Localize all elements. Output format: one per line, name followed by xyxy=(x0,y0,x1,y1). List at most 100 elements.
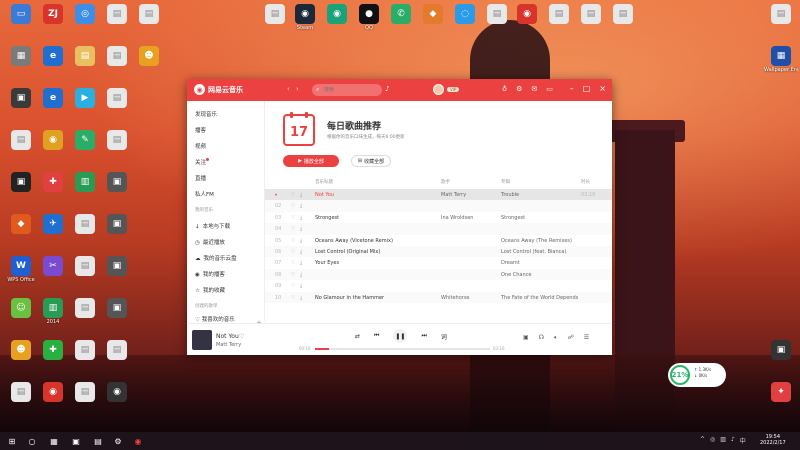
sidebar-item[interactable]: 关注 xyxy=(195,158,210,166)
desktop-icon[interactable]: ☺ xyxy=(4,296,38,342)
desktop-icon[interactable]: ☻ xyxy=(132,44,166,90)
desktop-icon[interactable]: ▤ xyxy=(4,128,38,174)
desktop-icon[interactable]: ▣ xyxy=(100,212,134,258)
sidebar-item[interactable]: 发现音乐 xyxy=(195,110,217,118)
system-monitor-widget[interactable]: 21% ↑ 1.3K/s ↓ 0K/s xyxy=(668,363,726,387)
desktop-icon[interactable]: ▤ xyxy=(258,2,292,48)
desktop-icon[interactable]: ▤ xyxy=(132,2,166,48)
desktop-icon[interactable]: ◆ xyxy=(416,2,450,48)
lyrics-icon[interactable]: 词 xyxy=(441,332,447,341)
close-icon[interactable]: × xyxy=(599,84,606,93)
vip-badge[interactable]: VIP xyxy=(447,87,460,92)
desktop-icon[interactable]: ▤ xyxy=(68,254,102,300)
row-like-heart-icon[interactable]: ♡ xyxy=(291,249,295,255)
pause-button[interactable]: ❚❚ xyxy=(393,329,408,343)
desktop-icon[interactable]: ▣ xyxy=(100,296,134,342)
play-all-button[interactable]: ▶ 播放全部 xyxy=(283,155,339,167)
row-like-heart-icon[interactable]: ♡ xyxy=(291,283,295,289)
desktop-icon[interactable]: ◉ xyxy=(36,380,70,426)
table-row[interactable]: 🔈︎ ♡ ⤓ Not You Matt Terry Trouble 03:16 xyxy=(265,189,612,201)
desktop-icon[interactable]: ▤ xyxy=(68,212,102,258)
ime-icon[interactable]: 中 xyxy=(740,436,746,445)
sidebar-item[interactable]: ↓ 本地与下载 xyxy=(195,222,230,230)
maximize-icon[interactable]: □ xyxy=(583,84,591,93)
desktop-icon[interactable]: ▤ xyxy=(68,296,102,342)
song-title[interactable]: No Glamour in the Hammer xyxy=(315,295,439,301)
row-like-heart-icon[interactable]: ♡ xyxy=(291,238,295,244)
table-row[interactable]: 07 ♡ ⤓ Your Eyes Dreamt xyxy=(265,257,612,268)
desktop-icon[interactable]: ▤ xyxy=(68,44,102,90)
taskbar-netease-icon[interactable]: ◉ xyxy=(132,435,144,447)
desktop-icon[interactable]: ✚ xyxy=(36,338,70,384)
song-artist[interactable]: Ina Wroldsen xyxy=(441,215,497,221)
song-title[interactable]: Not You xyxy=(315,192,439,198)
row-download-icon[interactable]: ⤓ xyxy=(300,238,302,244)
album-cover[interactable] xyxy=(192,330,212,350)
row-like-heart-icon[interactable]: ♡ xyxy=(291,260,295,266)
desktop-icon[interactable]: ▣ xyxy=(4,86,38,132)
desktop-icon[interactable]: ✎ xyxy=(68,128,102,174)
song-album[interactable]: Trouble xyxy=(501,192,581,198)
header-album[interactable]: 专辑 xyxy=(501,179,510,185)
song-title[interactable]: Lost Control (Original Mix) xyxy=(315,249,439,255)
song-album[interactable]: Lost Control (feat. Bianca) xyxy=(501,249,581,255)
sound-effect-icon[interactable]: ☊ xyxy=(539,334,544,342)
playlist-icon[interactable]: ☰ xyxy=(584,334,589,342)
now-playing-title[interactable]: Not You xyxy=(216,333,239,340)
desktop-icon[interactable]: ✦ xyxy=(764,380,798,426)
taskbar-settings-icon[interactable]: ⚙ xyxy=(112,435,124,447)
row-like-heart-icon[interactable]: ♡ xyxy=(291,192,295,198)
desktop-icon[interactable]: ▤ xyxy=(480,2,514,48)
desktop-icon[interactable]: ▤ xyxy=(100,338,134,384)
row-download-icon[interactable]: ⤓ xyxy=(300,272,302,278)
row-download-icon[interactable]: ⤓ xyxy=(300,260,302,266)
forward-arrow-icon[interactable]: › xyxy=(296,85,299,93)
mini-mode-icon[interactable]: ▭ xyxy=(546,85,553,93)
song-title[interactable]: Oceans Away (Vicetone Remix) xyxy=(315,238,439,244)
row-like-heart-icon[interactable]: ♡ xyxy=(291,226,295,232)
back-arrow-icon[interactable]: ‹ xyxy=(287,85,290,93)
windows-start-icon[interactable]: ⊞ xyxy=(6,435,18,447)
desktop-icon[interactable]: ◉ xyxy=(36,128,70,174)
table-row[interactable]: 10 ♡ ⤓ No Glamour in the Hammer Whitehorse Th… xyxy=(265,291,612,303)
header-artist[interactable]: 歌手 xyxy=(441,179,450,185)
desktop-icon[interactable]: e xyxy=(36,44,70,90)
row-like-heart-icon[interactable]: ♡ xyxy=(291,272,295,278)
user-profile[interactable]: VIP xyxy=(433,84,460,95)
desktop-icon[interactable]: ▤ xyxy=(68,338,102,384)
file-explorer-icon[interactable]: ▤ xyxy=(92,435,104,447)
row-download-icon[interactable]: ⤓ xyxy=(300,295,302,301)
desktop-icon[interactable]: ▶ xyxy=(68,86,102,132)
row-like-heart-icon[interactable]: ♡ xyxy=(291,203,295,209)
search-input[interactable] xyxy=(312,84,382,96)
desktop-icon[interactable]: ▤ xyxy=(574,2,608,48)
desktop-icon[interactable]: ✚ xyxy=(36,170,70,216)
song-album[interactable]: The Fate of the World Depends xyxy=(501,295,581,301)
desktop-icon[interactable]: ◉ xyxy=(320,2,354,48)
song-artist[interactable]: Whitehorse xyxy=(441,295,497,301)
song-album[interactable]: Oceans Away (The Remixes) xyxy=(501,238,581,244)
header-title[interactable]: 音乐标题 xyxy=(315,179,333,185)
sidebar-item[interactable]: 私人FM xyxy=(195,190,214,198)
table-row[interactable]: 03 ♡ ⤓ Strongest Ina Wroldsen Strongest xyxy=(265,212,612,223)
skin-icon[interactable]: ♁ xyxy=(502,85,507,93)
desktop-icon[interactable]: ▤ xyxy=(764,2,798,48)
desktop-icon[interactable]: ▤ xyxy=(606,2,640,48)
desktop-icon[interactable]: ▤ xyxy=(100,86,134,132)
desktop-icon[interactable]: ◉ xyxy=(510,2,544,48)
header-duration[interactable]: 时长 xyxy=(581,179,590,185)
table-row[interactable]: 08 ♡ ⤓ One Chance xyxy=(265,268,612,281)
desktop-icon[interactable]: ▤ xyxy=(4,380,38,426)
desktop-icon[interactable]: ◎ xyxy=(68,2,102,48)
taskbar-clock[interactable]: 19:54 2022/2/17 xyxy=(760,434,786,446)
desktop-icon[interactable]: ▣ xyxy=(764,338,798,384)
desktop-icon[interactable]: ▥ 2014 xyxy=(36,296,70,342)
listen-together-icon[interactable]: ☍ xyxy=(568,334,574,342)
desktop-icon[interactable]: ◉ xyxy=(100,380,134,426)
desktop-icon[interactable]: ✈ xyxy=(36,212,70,258)
row-like-heart-icon[interactable]: ♡ xyxy=(291,215,295,221)
table-row[interactable]: 05 ♡ ⤓ Oceans Away (Vicetone Remix) Oceans A… xyxy=(265,235,612,246)
desktop-icon[interactable]: ▣ xyxy=(100,254,134,300)
desktop-icon[interactable]: ▤ xyxy=(100,44,134,90)
play-mode-icon[interactable]: ⇄ xyxy=(355,333,360,340)
